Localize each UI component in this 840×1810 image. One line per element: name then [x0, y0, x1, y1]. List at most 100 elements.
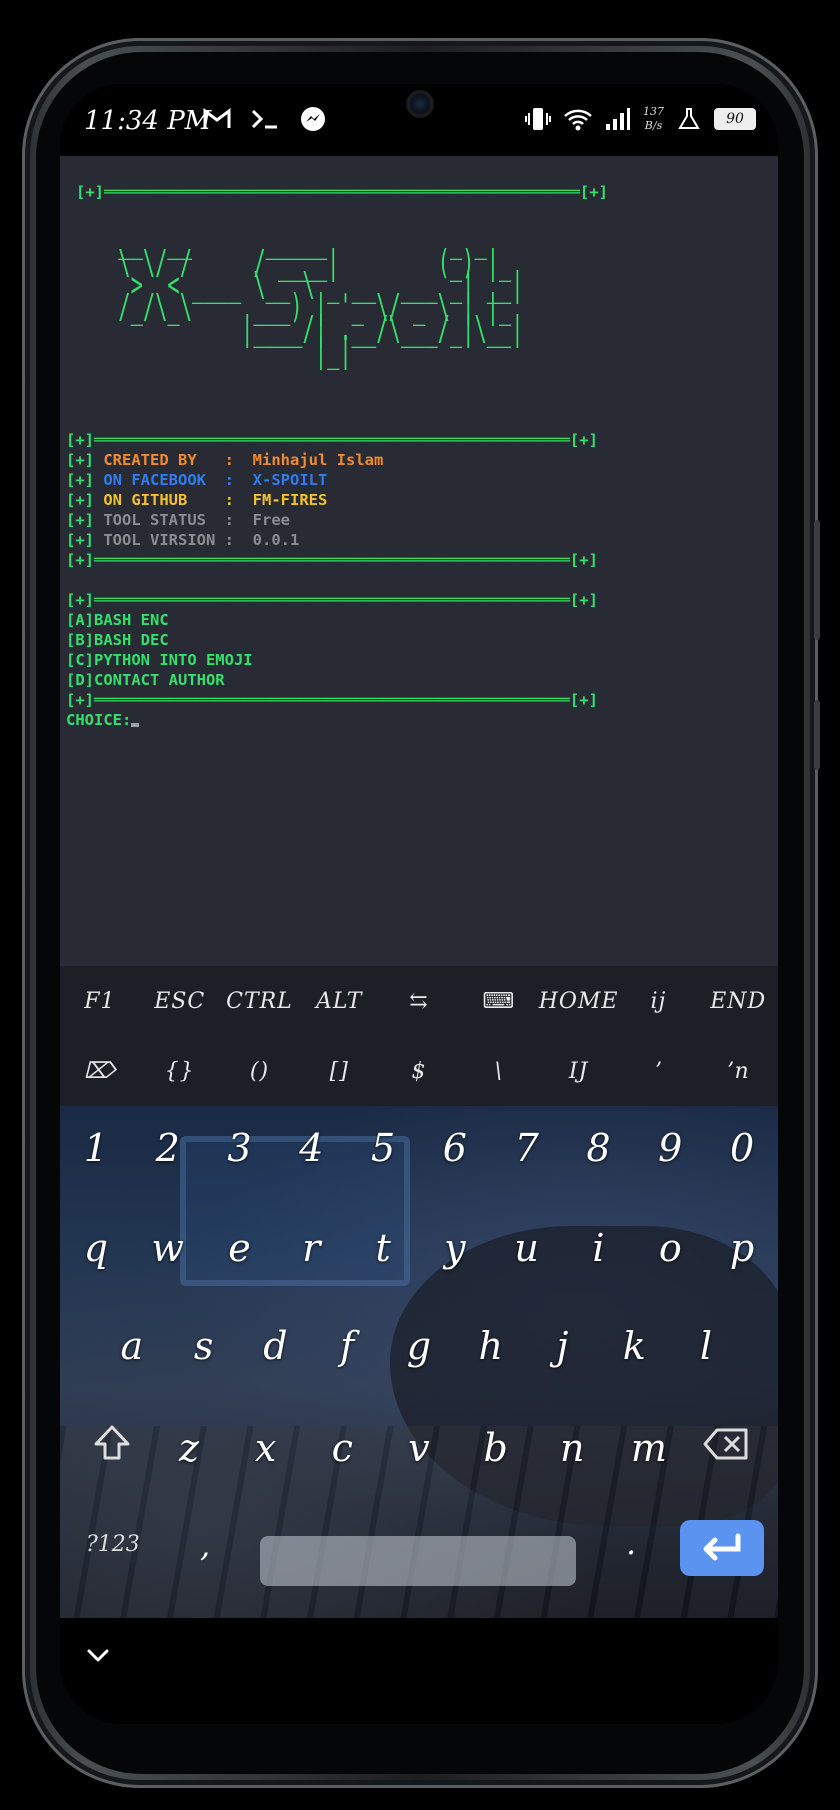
- key-e[interactable]: e: [204, 1226, 275, 1270]
- info-label: TOOL VIRSION :: [103, 531, 234, 549]
- key-p[interactable]: p: [707, 1226, 778, 1270]
- choice-prompt[interactable]: CHOICE:: [66, 710, 140, 730]
- navigation-bar: [60, 1618, 778, 1724]
- row-prefix: [+]: [66, 511, 94, 529]
- shift-key[interactable]: [77, 1424, 148, 1471]
- vibrate-icon: [523, 104, 553, 134]
- delete-key[interactable]: ⌦: [60, 1036, 140, 1106]
- key-5[interactable]: 5: [348, 1126, 419, 1170]
- comma-key[interactable]: ,: [200, 1526, 210, 1564]
- key-o[interactable]: o: [635, 1226, 706, 1270]
- menu-option-python-emoji: [C]PYTHON INTO EMOJI: [66, 651, 253, 669]
- key-u[interactable]: u: [491, 1226, 562, 1270]
- info-label: TOOL STATUS :: [103, 511, 234, 529]
- letter-row-2: a s d f g h j k l: [96, 1324, 742, 1368]
- key-z[interactable]: z: [153, 1426, 224, 1470]
- key-f[interactable]: f: [312, 1324, 383, 1368]
- key-4[interactable]: 4: [276, 1126, 347, 1170]
- menu-option-bash-enc: [A]BASH ENC: [66, 611, 169, 629]
- key-g[interactable]: g: [383, 1324, 454, 1368]
- signal-icon: [603, 104, 633, 134]
- info-label: ON GITHUB :: [103, 491, 234, 509]
- shift-icon: [94, 1425, 130, 1460]
- key-y[interactable]: y: [419, 1226, 490, 1270]
- period-key[interactable]: .: [626, 1524, 636, 1562]
- key-i[interactable]: i: [563, 1226, 634, 1270]
- space-bar[interactable]: [260, 1536, 576, 1586]
- key-t[interactable]: t: [348, 1226, 419, 1270]
- symbols-key[interactable]: ?123: [86, 1532, 140, 1557]
- f1-key[interactable]: F1: [60, 966, 140, 1036]
- key-a[interactable]: a: [96, 1324, 167, 1368]
- backspace-icon: [703, 1428, 748, 1459]
- n-apostrophe-key[interactable]: ʼn: [698, 1036, 778, 1106]
- wifi-icon: [563, 104, 593, 134]
- ctrl-key[interactable]: CTRL: [220, 966, 300, 1036]
- key-s[interactable]: s: [168, 1324, 239, 1368]
- info-value: 0.0.1: [252, 531, 300, 549]
- parens-key[interactable]: (): [220, 1036, 300, 1106]
- key-0[interactable]: 0: [707, 1126, 778, 1170]
- key-6[interactable]: 6: [419, 1126, 490, 1170]
- key-d[interactable]: d: [240, 1324, 311, 1368]
- menu-top-border: [+]═════════════════════════════════════…: [66, 591, 598, 609]
- key-j[interactable]: j: [527, 1324, 598, 1368]
- tab-key[interactable]: ⇆: [379, 966, 459, 1036]
- key-c[interactable]: c: [307, 1426, 378, 1470]
- keyboard-toggle-icon[interactable]: ⌨: [459, 966, 539, 1036]
- letter-row-1: q w e r t y u i o p: [60, 1226, 778, 1270]
- hide-keyboard-button[interactable]: [86, 1648, 110, 1668]
- info-bottom-border: [+]═════════════════════════════════════…: [66, 551, 598, 569]
- network-speed: 137 B/s: [643, 105, 664, 133]
- text-cursor: [131, 723, 140, 727]
- banner-top-border: [+]═════════════════════════════════════…: [76, 183, 608, 201]
- key-8[interactable]: 8: [563, 1126, 634, 1170]
- info-row-status: [+] TOOL STATUS : Free: [66, 510, 290, 530]
- enter-key[interactable]: [680, 1520, 764, 1576]
- info-row-version: [+] TOOL VIRSION : 0.0.1: [66, 530, 299, 550]
- key-k[interactable]: k: [599, 1324, 670, 1368]
- key-l[interactable]: l: [671, 1324, 742, 1368]
- flask-icon: [674, 104, 704, 134]
- esc-key[interactable]: ESC: [140, 966, 220, 1036]
- key-m[interactable]: m: [613, 1426, 684, 1470]
- info-top-border: [+]═════════════════════════════════════…: [66, 431, 598, 449]
- terminal-output[interactable]: [+]═════════════════════════════════════…: [60, 156, 778, 966]
- letter-row-3: z x c v b n m: [74, 1424, 764, 1471]
- key-9[interactable]: 9: [635, 1126, 706, 1170]
- key-x[interactable]: x: [230, 1426, 301, 1470]
- number-row: 1 2 3 4 5 6 7 8 9 0: [60, 1126, 778, 1170]
- key-q[interactable]: q: [60, 1226, 131, 1270]
- battery-indicator: 90: [714, 108, 756, 130]
- backslash-key[interactable]: \: [459, 1036, 539, 1106]
- terminal-extra-keys: F1 ESC CTRL ALT ⇆ ⌨ HOME ij END ⌦ {} () …: [60, 966, 778, 1106]
- row-prefix: [+]: [66, 471, 94, 489]
- apostrophe-key[interactable]: ʼ: [618, 1036, 698, 1106]
- power-button: [814, 700, 820, 770]
- braces-key[interactable]: {}: [140, 1036, 220, 1106]
- info-value: Minhajul Islam: [252, 451, 384, 469]
- key-n[interactable]: n: [537, 1426, 608, 1470]
- key-v[interactable]: v: [383, 1426, 454, 1470]
- prompt-label: CHOICE:: [66, 711, 132, 729]
- backspace-key[interactable]: [690, 1426, 761, 1470]
- alt-key[interactable]: ALT: [299, 966, 379, 1036]
- status-bar: 11:34 PM 137 B/s 90: [60, 84, 778, 156]
- key-1[interactable]: 1: [60, 1126, 131, 1170]
- key-h[interactable]: h: [455, 1324, 526, 1368]
- info-value: FM-FIRES: [252, 491, 328, 509]
- home-key[interactable]: HOME: [539, 966, 619, 1036]
- key-w[interactable]: w: [132, 1226, 203, 1270]
- key-b[interactable]: b: [460, 1426, 531, 1470]
- ij-key[interactable]: ij: [619, 966, 699, 1036]
- key-2[interactable]: 2: [132, 1126, 203, 1170]
- end-key[interactable]: END: [698, 966, 778, 1036]
- key-3[interactable]: 3: [204, 1126, 275, 1170]
- brackets-key[interactable]: []: [299, 1036, 379, 1106]
- key-7[interactable]: 7: [491, 1126, 562, 1170]
- banner-line: |_|: [106, 331, 352, 371]
- ij-upper-key[interactable]: IJ: [539, 1036, 619, 1106]
- key-r[interactable]: r: [276, 1226, 347, 1270]
- dollar-key[interactable]: $: [379, 1036, 459, 1106]
- info-row-facebook: [+] ON FACEBOOK : X-SPOILT: [66, 470, 327, 490]
